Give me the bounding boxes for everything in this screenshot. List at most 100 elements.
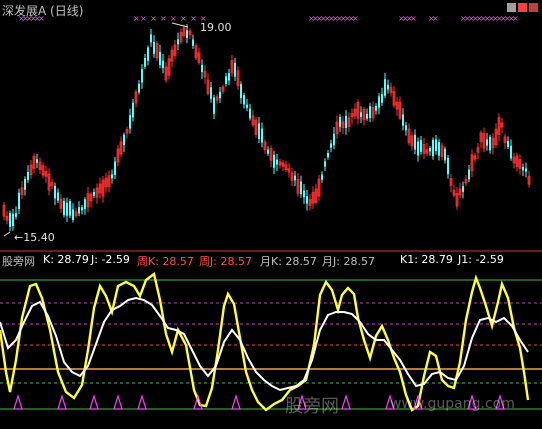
chart-corner-controls — [507, 3, 538, 12]
candle-body — [306, 196, 308, 204]
candle-body — [84, 199, 86, 209]
candle-body — [330, 143, 332, 148]
signal-arrow — [13, 393, 23, 410]
candle-body — [462, 186, 464, 192]
k-line — [0, 296, 529, 392]
candle-body — [258, 123, 260, 139]
chart-title: 深发展A (日线) — [2, 4, 84, 18]
signal-marker: × — [352, 14, 359, 23]
candle-body — [429, 148, 431, 152]
high-price-label: 19.00 — [200, 21, 232, 34]
candle-body — [369, 106, 371, 118]
candle-body — [444, 148, 446, 161]
candle-body — [339, 117, 341, 127]
candle-body — [246, 104, 248, 108]
candle-body — [321, 174, 323, 180]
candle-body — [144, 58, 146, 67]
week-j-value: 周J: 28.57 — [199, 255, 252, 268]
candle-body — [111, 174, 113, 179]
candle-body — [522, 166, 524, 171]
indicator-header: 股旁网 K: 28.79 J: -2.59 周K: 28.57 周J: 28.5… — [0, 253, 542, 269]
candle-body — [129, 115, 131, 129]
candle-body — [375, 105, 377, 111]
candle-body — [147, 47, 149, 61]
signal-marker: × — [410, 14, 417, 23]
candle-body — [186, 30, 188, 39]
candle-body — [213, 97, 215, 114]
candle-body — [345, 115, 347, 129]
signal-arrow — [89, 393, 99, 410]
candle-body — [420, 140, 422, 152]
candle-body — [378, 96, 380, 108]
candle-body — [15, 213, 17, 217]
signal-marker: × — [133, 14, 140, 23]
candle-body — [447, 157, 449, 175]
candle-body — [57, 192, 59, 201]
signal-marker: × — [170, 14, 177, 23]
candle-body — [510, 145, 512, 159]
candle-body — [234, 62, 236, 77]
candle-body — [324, 161, 326, 167]
low-price-arrow: ← — [14, 231, 24, 244]
candle-body — [201, 64, 203, 73]
candle-body — [150, 34, 152, 43]
candle-body — [327, 152, 329, 158]
candle-body — [66, 202, 68, 216]
k1-value: K1: 28.79 — [400, 253, 453, 266]
signal-marker: × — [160, 14, 167, 23]
signal-arrow — [341, 393, 351, 410]
candle-body — [243, 95, 245, 105]
candle-body — [507, 140, 509, 147]
candle-body — [267, 149, 269, 154]
j1-value: J1: -2.59 — [458, 253, 504, 266]
candle-body — [438, 141, 440, 156]
menu-icon[interactable] — [529, 3, 538, 12]
signal-marker: × — [512, 14, 519, 23]
candle-body — [63, 201, 65, 216]
candle-body — [36, 159, 38, 163]
candle-body — [141, 69, 143, 83]
candle-body — [414, 134, 416, 150]
signal-marker: × — [190, 14, 197, 23]
candle-body — [24, 179, 26, 190]
candle-body — [249, 108, 251, 119]
candle-body — [81, 207, 83, 211]
stock-chart-canvas[interactable]: ×××××× × × × × × × × × ×××××××××××× ×××× ×× ××××××××… — [0, 0, 542, 429]
candle-body — [162, 60, 164, 69]
candle-body — [486, 139, 488, 146]
candle-body — [78, 207, 80, 214]
j-value: J: -2.59 — [91, 253, 130, 266]
candle-body — [387, 84, 389, 90]
candle-body — [276, 159, 278, 165]
week-k-value: 周K: 28.57 — [137, 255, 194, 268]
k-value: K: 28.79 — [43, 253, 89, 266]
candle-body — [525, 168, 527, 172]
month-k-value: 月K: 28.57 — [260, 255, 317, 268]
signal-arrow — [137, 393, 147, 410]
high-pointer — [171, 22, 189, 28]
candle-body — [9, 212, 11, 227]
signal-arrow — [57, 393, 67, 410]
candle-body — [69, 201, 71, 216]
candle-body — [114, 161, 116, 175]
candle-body — [366, 113, 368, 119]
low-price-value: 15.40 — [23, 231, 55, 244]
watermark-url: www.gupang.com — [390, 396, 515, 412]
scroll-up-icon[interactable] — [507, 3, 516, 12]
candle-body — [333, 133, 335, 146]
candle-body — [273, 154, 275, 168]
candle-body — [489, 136, 491, 151]
candle-body — [228, 73, 230, 81]
candle-body — [138, 83, 140, 93]
indicator-name: 股旁网 — [2, 255, 35, 268]
candle-body — [294, 175, 296, 181]
candle-body — [153, 42, 155, 54]
j-line — [0, 271, 530, 412]
month-j-value: 月J: 28.57 — [322, 255, 375, 268]
candlestick-series — [2, 24, 531, 232]
candle-body — [432, 139, 434, 157]
candle-body — [18, 192, 20, 210]
candle-body — [360, 112, 362, 118]
scroll-down-icon[interactable] — [518, 3, 527, 12]
candle-body — [210, 87, 212, 99]
